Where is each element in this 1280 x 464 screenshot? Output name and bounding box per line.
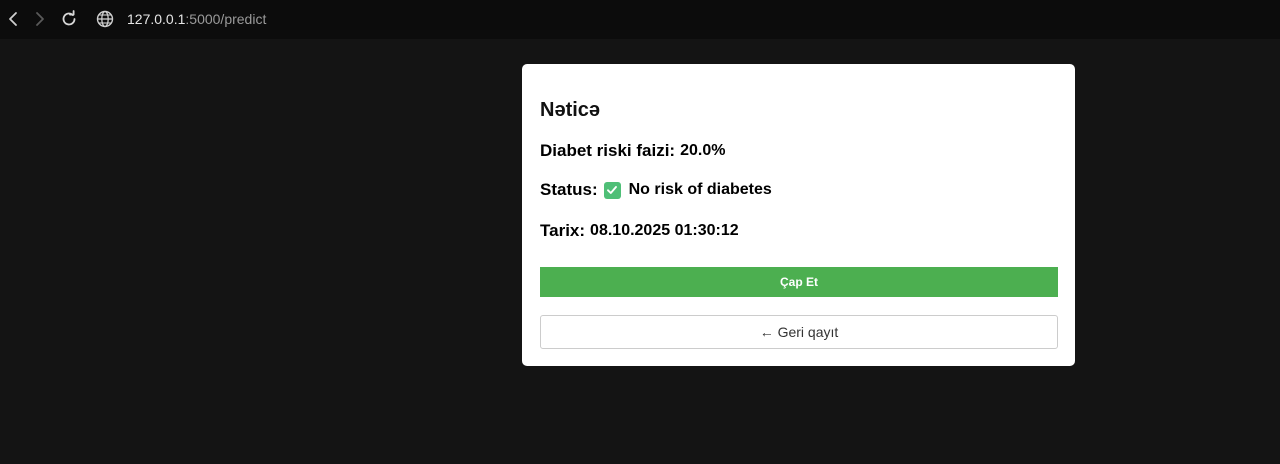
address-bar[interactable]: 127.0.0.1:5000/predict bbox=[127, 11, 266, 29]
url-path: :5000/predict bbox=[185, 11, 267, 27]
back-icon bbox=[9, 12, 17, 26]
url-host: 127.0.0.1 bbox=[127, 11, 186, 27]
status-row: Status: No risk of diabetes bbox=[540, 180, 772, 200]
check-mark-icon bbox=[603, 181, 621, 199]
forward-button[interactable] bbox=[30, 9, 50, 29]
risk-row: Diabet riski faizi: 20.0% bbox=[540, 141, 725, 161]
result-card: Nəticə Diabet riski faizi: 20.0% Status:… bbox=[522, 64, 1075, 366]
status-label: Status: bbox=[540, 180, 598, 199]
back-link-button[interactable]: ← Geri qayıt bbox=[540, 315, 1058, 349]
globe-icon bbox=[96, 10, 114, 28]
back-button[interactable] bbox=[3, 9, 23, 29]
risk-value: 20.0% bbox=[680, 142, 726, 159]
date-label: Tarix: bbox=[540, 221, 586, 240]
date-value: 08.10.2025 01:30:12 bbox=[590, 222, 739, 239]
date-row: Tarix: 08.10.2025 01:30:12 bbox=[540, 221, 739, 241]
browser-toolbar: 127.0.0.1:5000/predict bbox=[0, 0, 1280, 39]
forward-icon bbox=[36, 12, 44, 26]
status-value: No risk of diabetes bbox=[628, 181, 772, 198]
result-title: Nəticə bbox=[540, 99, 601, 121]
risk-label: Diabet riski faizi: bbox=[540, 141, 676, 160]
print-button[interactable]: Çap Et bbox=[540, 267, 1058, 297]
reload-icon bbox=[62, 10, 76, 26]
reload-button[interactable] bbox=[59, 9, 79, 29]
